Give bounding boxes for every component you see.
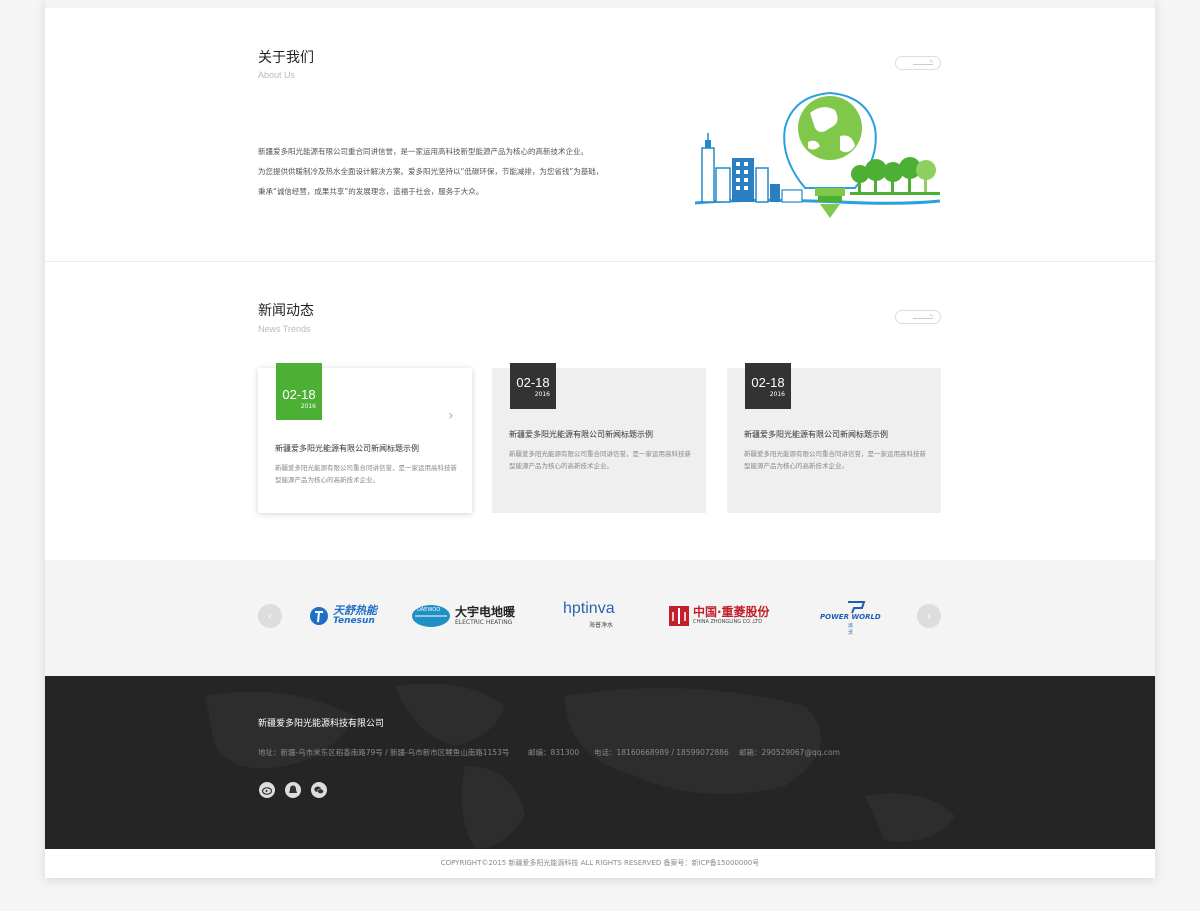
news-card-title[interactable]: 新疆爱多阳光能源有限公司新闻标题示例 <box>509 429 653 440</box>
about-line: 为您提供供暖制冷及热水全面设计解决方案。爱多阳光坚持以“低碳环保，节能减排，为您… <box>258 167 604 176</box>
footer-email: 邮箱：290529067@qq.com <box>739 748 840 757</box>
weibo-icon[interactable] <box>259 782 275 798</box>
about-line: 秉承“诚信经营，成果共享”的发展理念，造福于社会，服务于大众。 <box>258 187 484 196</box>
partner-logo-tenesun[interactable]: 天舒热能 Tenesun <box>309 600 379 632</box>
news-card-title[interactable]: 新疆爱多阳光能源有限公司新闻标题示例 <box>744 429 888 440</box>
footer: 新疆爱多阳光能源科技有限公司 地址：新疆-乌市米东区稻香南路79号 / 新疆-乌… <box>45 676 1155 849</box>
news-card-desc: 新疆爱多阳光能源有限公司重合同讲信誉，是一家运用高科技新型能源产品为核心的高新技… <box>744 450 926 470</box>
footer-postcode: 邮编：831300 <box>528 748 580 757</box>
partner-en: CHINA ZHONGLING CO.,LTD <box>693 619 763 625</box>
partner-logo-daewoo[interactable]: DAEWOO 大宇电地暖 ELECTRIC HEATING <box>411 600 515 632</box>
date-year: 2016 <box>300 403 316 410</box>
arrow-right-icon <box>913 59 933 65</box>
news-more-button[interactable] <box>895 310 941 324</box>
page-frame: 关于我们 About Us 新疆爱多阳光能源有限公司重合同讲信誉，是一家运用高科… <box>45 0 1155 878</box>
copyright: COPYRIGHT©2015 新疆爱多阳光能源科技 ALL RIGHTS RES… <box>45 849 1155 878</box>
zhongling-logo-icon <box>669 606 689 626</box>
partner-name: hptinva <box>563 600 615 617</box>
section-divider <box>45 261 1155 262</box>
about-line: 新疆爱多阳光能源有限公司重合同讲信誉，是一家运用高科技新型能源产品为核心的高新技… <box>258 147 588 156</box>
footer-company: 新疆爱多阳光能源科技有限公司 <box>258 719 385 729</box>
powerworld-logo-icon <box>848 601 866 614</box>
news-card-desc: 新疆爱多阳光能源有限公司重合同讲信誉，是一家运用高科技新型能源产品为核心的高新技… <box>509 450 691 470</box>
date-day: 02-18 <box>282 387 316 402</box>
partner-en: ELECTRIC HEATING <box>455 619 513 626</box>
date-day: 02-18 <box>516 375 550 390</box>
news-subtitle: News Trends <box>258 324 311 334</box>
news-card-desc: 新疆爱多阳光能源有限公司重合同讲信誉，是一家运用高科技新型能源产品为核心的高新技… <box>275 464 457 484</box>
partner-name: 中国·重菱股份 <box>693 605 770 619</box>
qq-icon[interactable] <box>285 782 301 798</box>
carousel-next-button[interactable]: › <box>917 604 941 628</box>
about-title: 关于我们 <box>258 50 314 66</box>
about-subtitle: About Us <box>258 70 296 80</box>
date-badge: 02-18 2016 <box>510 363 556 409</box>
footer-phone: 电话：18160668989 / 18599072886 <box>594 748 729 757</box>
date-day: 02-18 <box>751 375 785 390</box>
date-badge: 02-18 2016 <box>745 363 791 409</box>
partner-en: 海普净水 <box>589 622 614 629</box>
date-year: 2016 <box>769 391 785 398</box>
eco-city-illustration <box>694 91 941 218</box>
arrow-right-icon <box>913 313 933 319</box>
partner-en: 派沃 <box>848 623 854 636</box>
news-title: 新闻动态 <box>258 303 314 319</box>
footer-address: 地址：新疆-乌市米东区稻香南路79号 / 新疆-乌市新市区鲤鱼山南路1153号 <box>258 748 510 757</box>
partner-badge: DAEWOO <box>417 607 441 613</box>
date-year: 2016 <box>534 391 550 398</box>
partners-carousel: ‹ 天舒热能 Tenesun DAEWOO 大宇电地暖 ELECTRIC HEA… <box>45 560 1155 676</box>
carousel-prev-button[interactable]: ‹ <box>258 604 282 628</box>
date-badge: 02-18 2016 <box>276 363 322 420</box>
news-card[interactable]: 02-18 2016 新疆爱多阳光能源有限公司新闻标题示例 新疆爱多阳光能源有限… <box>727 363 941 513</box>
chevron-right-icon: › <box>448 408 454 424</box>
partner-en: Tenesun <box>333 616 375 626</box>
wechat-icon[interactable] <box>311 782 327 798</box>
news-card[interactable]: 02-18 2016 新疆爱多阳光能源有限公司新闻标题示例 新疆爱多阳光能源有限… <box>492 363 706 513</box>
partner-name: POWER WORLD <box>820 613 881 621</box>
partner-logo-zhongling[interactable]: 中国·重菱股份 CHINA ZHONGLING CO.,LTD <box>668 600 770 632</box>
world-map-background <box>205 683 955 849</box>
about-more-button[interactable] <box>895 56 941 70</box>
top-strip <box>45 0 1155 8</box>
news-card-title[interactable]: 新疆爱多阳光能源有限公司新闻标题示例 <box>275 443 419 454</box>
partner-name: 大宇电地暖 <box>455 605 516 619</box>
news-card[interactable]: 02-18 2016 › 新疆爱多阳光能源有限公司新闻标题示例 新疆爱多阳光能源… <box>258 363 472 513</box>
